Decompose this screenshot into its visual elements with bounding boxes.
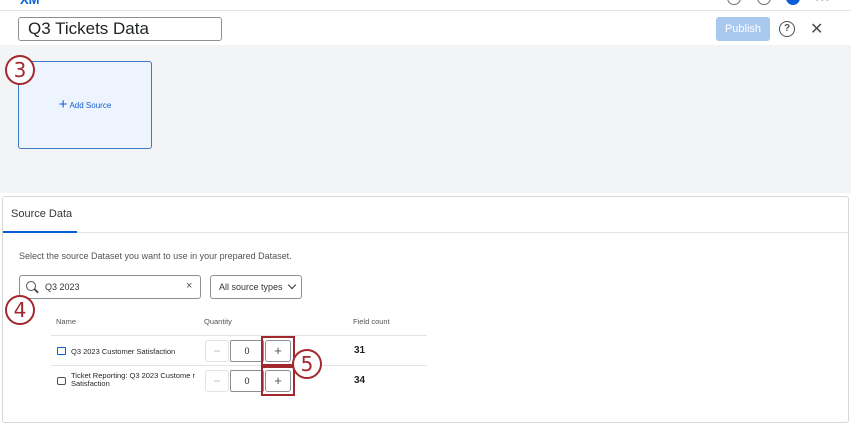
- row-divider: [51, 365, 427, 366]
- row-divider: [51, 335, 427, 336]
- tab-source-data[interactable]: Source Data: [3, 197, 77, 233]
- annotation-highlight: [261, 366, 295, 396]
- column-header-field-count: Field count: [353, 317, 390, 326]
- quantity-stepper[interactable]: 0: [230, 340, 264, 362]
- add-source-card[interactable]: + Add Source: [18, 61, 152, 149]
- avatar[interactable]: [786, 0, 800, 5]
- add-source-label: Add Source: [69, 100, 112, 110]
- column-header-quantity: Quantity: [204, 317, 232, 326]
- search-icon: [26, 281, 36, 291]
- survey-icon: [57, 347, 66, 355]
- annotation-highlight: [261, 336, 295, 366]
- annotation-callout: 3: [5, 55, 35, 85]
- source-name: Q3 2023 Customer Satisfaction: [71, 347, 176, 356]
- field-count: 34: [354, 375, 366, 386]
- close-icon[interactable]: ✕: [810, 19, 823, 39]
- logo: XM: [20, 0, 40, 7]
- source-type-dropdown[interactable]: All source types: [210, 275, 302, 299]
- source-name: Ticket Reporting: Q3 2023 Custome r Sati…: [71, 371, 195, 388]
- quantity-stepper[interactable]: 0: [230, 370, 264, 392]
- search-value: Q3 2023: [45, 282, 80, 292]
- dataset-canvas: + Add Source: [0, 45, 851, 193]
- annotation-callout: 4: [5, 295, 35, 325]
- tab-bar: Source Data: [3, 197, 848, 233]
- ticket-icon: [57, 377, 66, 385]
- plus-icon: +: [58, 96, 68, 113]
- editor-header: Q3 Tickets Data Publish ? ✕: [0, 10, 851, 45]
- top-nav-strip: XM •••: [0, 0, 851, 10]
- annotation-callout: 5: [292, 349, 322, 379]
- search-input[interactable]: Q3 2023 ×: [19, 275, 201, 299]
- instruction-text: Select the source Dataset you want to us…: [19, 251, 292, 261]
- decrement-button[interactable]: −: [205, 340, 229, 362]
- dataset-title-input[interactable]: Q3 Tickets Data: [18, 17, 222, 41]
- chevron-down-icon: [287, 280, 297, 290]
- column-header-name: Name: [56, 317, 77, 326]
- source-data-panel: Source Data Select the source Dataset yo…: [2, 196, 849, 423]
- help-icon[interactable]: ?: [779, 21, 795, 37]
- publish-button[interactable]: Publish: [716, 17, 770, 41]
- field-count: 31: [354, 345, 366, 356]
- nav-icon[interactable]: [727, 0, 741, 5]
- clear-search-icon[interactable]: ×: [186, 280, 192, 292]
- source-type-label: All source types: [219, 282, 283, 292]
- decrement-button[interactable]: −: [205, 370, 229, 392]
- nav-icon[interactable]: [757, 0, 771, 5]
- more-icon[interactable]: •••: [815, 0, 831, 6]
